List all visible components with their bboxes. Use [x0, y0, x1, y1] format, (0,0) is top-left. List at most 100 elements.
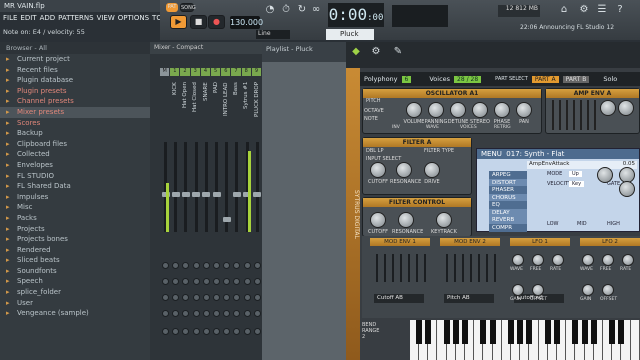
send-knob[interactable] — [202, 278, 210, 285]
browser-item[interactable]: ▸ Packs — [0, 213, 150, 224]
send-knob[interactable] — [192, 294, 200, 301]
send-knob[interactable] — [243, 278, 251, 285]
countdown-icon[interactable]: ↻ — [296, 4, 308, 16]
synth-knob[interactable] — [450, 102, 466, 118]
channel-number[interactable]: 5 — [211, 68, 222, 76]
black-key[interactable] — [508, 320, 514, 344]
channel-number[interactable]: 6 — [221, 68, 232, 76]
send-knob[interactable] — [213, 328, 220, 335]
arp-knob[interactable] — [619, 181, 635, 197]
send-knob[interactable] — [253, 278, 261, 285]
channel-name[interactable]: SNARE — [203, 82, 213, 142]
black-key[interactable] — [618, 320, 625, 344]
solo-label[interactable]: Solo — [603, 75, 617, 83]
browser-item[interactable]: ▸ User — [0, 298, 150, 309]
send-knob[interactable] — [223, 310, 231, 317]
mod-destination[interactable]: Pitch AB — [444, 294, 494, 303]
send-knob[interactable] — [192, 310, 200, 317]
envelope-slider[interactable] — [566, 100, 568, 130]
send-knob[interactable] — [223, 328, 231, 335]
browser-item[interactable]: ▸ Clipboard files — [0, 139, 150, 150]
send-knob[interactable] — [233, 328, 241, 335]
send-knob[interactable] — [213, 294, 220, 301]
browser-item[interactable]: ▸ Mixer presets — [0, 106, 150, 118]
arp-param-value[interactable]: Up — [569, 171, 582, 177]
channel-number[interactable]: 9 — [251, 68, 263, 76]
browser-item[interactable]: ▸ Vengeance (sample) — [0, 308, 150, 319]
send-knob[interactable] — [253, 328, 261, 335]
channel-name[interactable]: Sytrus #1 — [243, 82, 253, 142]
lfo-knob[interactable] — [582, 284, 594, 296]
send-knob[interactable] — [243, 310, 251, 317]
browser-item[interactable]: ▸ Recent files — [0, 65, 150, 76]
browser-item[interactable]: ▸ Rendered — [0, 245, 150, 256]
song-mode-button[interactable]: SONG — [180, 3, 196, 12]
pattern-mode-button[interactable]: PAT — [166, 3, 178, 12]
white-key[interactable] — [630, 320, 640, 360]
browser-item[interactable]: ▸ Backup — [0, 128, 150, 139]
browser-item[interactable]: ▸ Sliced beats — [0, 255, 150, 266]
envelope-slider[interactable] — [580, 100, 582, 130]
menu-item[interactable]: PATTERNS — [58, 14, 93, 23]
mod-envelope-slider[interactable] — [384, 254, 386, 282]
synth-knob[interactable] — [428, 102, 444, 118]
black-key[interactable] — [544, 320, 551, 344]
mod-envelope-slider[interactable] — [494, 254, 496, 282]
osc-button[interactable]: VOICES — [460, 125, 477, 130]
channel-number[interactable]: 1 — [170, 68, 181, 76]
piano-keyboard[interactable] — [410, 320, 640, 360]
black-key[interactable] — [443, 320, 450, 344]
send-knob[interactable] — [172, 294, 180, 301]
envelope-slider[interactable] — [587, 100, 589, 130]
channel-number[interactable]: 2 — [180, 68, 191, 76]
arp-param-value[interactable]: Key — [569, 181, 585, 187]
fx-item[interactable]: COMPR — [489, 223, 527, 232]
channel-number[interactable]: 7 — [231, 68, 242, 76]
snap-selector[interactable]: Line — [256, 30, 290, 39]
black-key[interactable] — [489, 320, 496, 344]
send-knob[interactable] — [233, 310, 241, 317]
browser-item[interactable]: ▸ Soundfonts — [0, 266, 150, 277]
envelope-slider[interactable] — [573, 100, 575, 130]
synth-knob[interactable] — [618, 100, 634, 116]
browser-item[interactable]: ▸ FL STUDIO — [0, 171, 150, 182]
browser-item[interactable]: ▸ Collected — [0, 149, 150, 160]
playlist-area[interactable] — [262, 62, 346, 360]
browser-item[interactable]: ▸ Plugin database — [0, 75, 150, 86]
synth-knob[interactable] — [424, 162, 440, 178]
send-knob[interactable] — [243, 294, 251, 301]
channel-name[interactable]: Bass — [233, 82, 243, 142]
mod-envelope-slider[interactable] — [400, 254, 402, 282]
mod-envelope-slider[interactable] — [446, 254, 448, 282]
synth-knob[interactable] — [406, 102, 422, 118]
synth-knob[interactable] — [600, 100, 616, 116]
black-key[interactable] — [452, 320, 459, 344]
send-knob[interactable] — [172, 278, 180, 285]
browser-item[interactable]: ▸ Misc — [0, 202, 150, 213]
send-knob[interactable] — [243, 262, 251, 269]
menu-item[interactable]: OPTIONS — [118, 14, 149, 23]
lfo-knob[interactable] — [532, 284, 544, 296]
arp-knob[interactable] — [597, 167, 613, 183]
black-key[interactable] — [480, 320, 487, 344]
send-knob[interactable] — [192, 328, 200, 335]
send-knob[interactable] — [213, 310, 220, 317]
preset-name[interactable]: 017: Synth - Flat — [506, 150, 564, 158]
send-knob[interactable] — [202, 310, 210, 317]
synth-knob[interactable] — [516, 102, 532, 118]
channel-number[interactable]: M — [160, 68, 171, 76]
mod-envelope-slider[interactable] — [376, 254, 378, 282]
browser-item[interactable]: ▸ Speech — [0, 276, 150, 287]
channel-name[interactable]: KICK — [172, 82, 182, 142]
send-knob[interactable] — [162, 328, 169, 335]
browser-item[interactable]: ▸ Projects — [0, 224, 150, 235]
black-key[interactable] — [425, 320, 432, 344]
volume-fader[interactable] — [181, 192, 190, 197]
plugin-wrench-icon[interactable]: ✎ — [392, 46, 404, 58]
menu-item[interactable]: ADD — [40, 14, 56, 23]
send-knob[interactable] — [243, 328, 251, 335]
osc-button[interactable]: INV — [392, 125, 400, 130]
black-key[interactable] — [572, 320, 579, 344]
browser-item[interactable]: ▸ Envelopes — [0, 160, 150, 171]
mod-envelope-slider[interactable] — [486, 254, 488, 282]
